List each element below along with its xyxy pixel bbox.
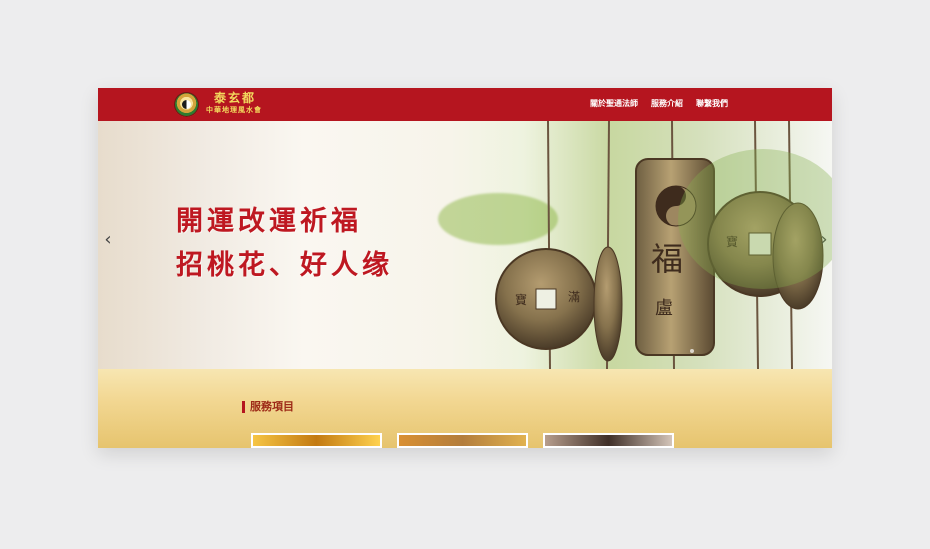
fortune-plaque: 福 盧 [635,158,715,356]
top-navigation: 泰玄都 中華地理風水會 關於聖通法師 服務介紹 聯繫我們 [98,88,832,121]
svg-text:盧: 盧 [655,298,673,319]
hero-headline-line-2: 招桃花、好人缘 [176,250,393,281]
carousel-dot[interactable] [690,349,694,353]
nav-about-master[interactable]: 關於聖通法師 [590,98,638,109]
yin-yang-logo-icon [174,92,199,117]
services-section: 服務項目 [98,369,832,448]
service-card-photo[interactable] [543,433,674,448]
service-card-amber[interactable] [397,433,528,448]
svg-text:滿: 滿 [568,290,580,304]
main-menu: 關於聖通法師 服務介紹 聯繫我們 [590,98,728,109]
hero-carousel: 寶 滿 福 盧 寶 貴 開運改運祈福 招桃花、好人缘 ‹ › [98,121,832,369]
hero-headline: 開運改運祈福 招桃花、好人缘 [176,200,393,288]
nav-contact[interactable]: 聯繫我們 [696,98,728,109]
services-title: 服務項目 [242,400,294,413]
carousel-previous-icon[interactable]: ‹ [101,231,115,249]
website-frame: 泰玄都 中華地理風水會 關於聖通法師 服務介紹 聯繫我們 寶 滿 福 盧 寶 貴… [98,88,832,448]
service-card-gold-coins[interactable] [251,433,382,448]
partial-coin [772,202,824,310]
svg-text:寶: 寶 [726,234,738,249]
hero-headline-line-1: 開運改運祈福 [176,206,362,237]
left-coin: 寶 滿 [495,248,597,350]
service-cards [251,433,674,448]
svg-text:貴: 貴 [783,235,795,249]
logo-title: 泰玄都 [214,91,257,105]
svg-text:寶: 寶 [515,292,527,307]
carousel-next-icon[interactable]: › [817,231,831,249]
site-logo[interactable]: 泰玄都 中華地理風水會 [174,92,270,118]
logo-subtitle: 中華地理風水會 [206,106,262,114]
right-coin: 寶 貴 [707,191,813,297]
nav-services[interactable]: 服務介紹 [651,98,683,109]
small-coin [593,246,623,362]
svg-text:福: 福 [651,240,683,278]
